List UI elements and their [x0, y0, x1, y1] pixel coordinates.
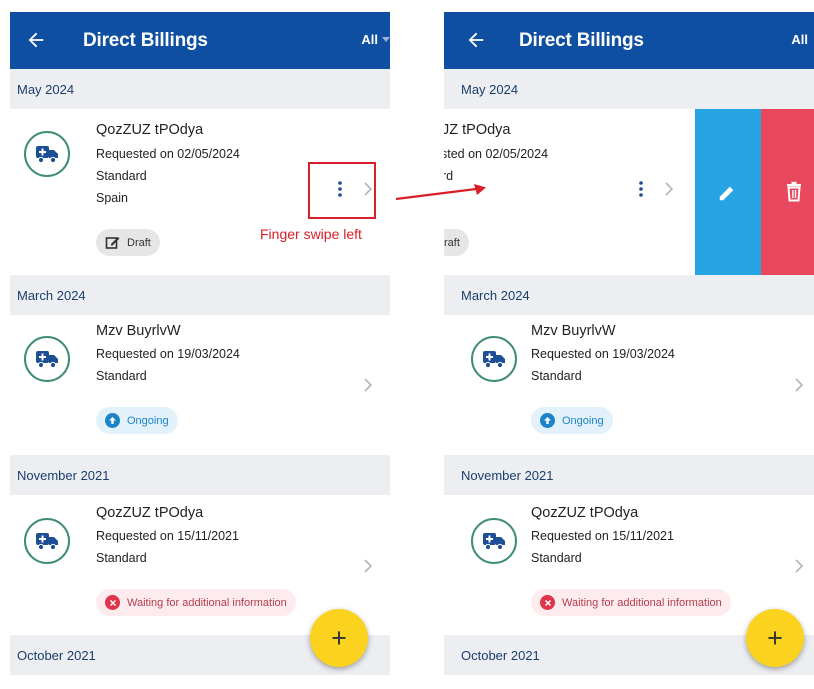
- status-badge: Waiting for additional information: [96, 589, 296, 616]
- status-badge: raft: [444, 229, 469, 256]
- billing-type: Standard: [96, 551, 147, 565]
- app-bar: Direct Billings All: [444, 12, 814, 69]
- section-header: November 2021: [444, 455, 814, 495]
- section-header: May 2024: [10, 69, 390, 109]
- chevron-right-icon[interactable]: [361, 376, 375, 394]
- trash-icon: [787, 181, 801, 202]
- status-badge: Ongoing: [96, 407, 178, 434]
- request-date: Requested on 15/11/2021: [531, 529, 674, 543]
- chevron-right-icon[interactable]: [792, 376, 806, 394]
- section-header: March 2024: [444, 275, 814, 315]
- ambulance-icon: [24, 131, 70, 177]
- add-button[interactable]: +: [746, 609, 804, 667]
- arrow-up-icon: [105, 413, 120, 428]
- billing-type: Standard: [531, 551, 582, 565]
- page-title: Direct Billings: [519, 30, 644, 51]
- edit-icon: [105, 237, 120, 249]
- request-date: Requested on 02/05/2024: [96, 147, 240, 161]
- requester-name: JZ tPOdya: [444, 122, 511, 138]
- arrow-right-icon: [395, 184, 486, 201]
- billing-type: Standard: [96, 169, 147, 183]
- status-label: raft: [444, 236, 460, 249]
- billing-card[interactable]: Mzv BuyrlvW Requested on 19/03/2024 Stan…: [10, 315, 390, 455]
- billing-card[interactable]: Mzv BuyrlvW Requested on 19/03/2024 Stan…: [444, 315, 814, 455]
- ambulance-icon: [24, 518, 70, 564]
- status-label: Ongoing: [562, 414, 604, 427]
- more-options-icon[interactable]: [636, 180, 646, 198]
- chevron-right-icon[interactable]: [361, 557, 375, 575]
- chevron-right-icon[interactable]: [662, 180, 676, 198]
- annotation-label: Finger swipe left: [260, 226, 362, 242]
- status-badge: Ongoing: [531, 407, 613, 434]
- edit-action-button[interactable]: [695, 109, 761, 275]
- filter-label: All: [791, 32, 808, 47]
- pencil-icon: [719, 186, 734, 201]
- status-label: Ongoing: [127, 414, 169, 427]
- status-badge: Draft: [96, 229, 160, 256]
- status-label: Draft: [127, 236, 151, 249]
- plus-icon: +: [767, 622, 783, 653]
- request-date: Requested on 19/03/2024: [96, 347, 240, 361]
- section-header: November 2021: [10, 455, 390, 495]
- country: Spain: [96, 191, 128, 205]
- app-bar: Direct Billings All: [10, 12, 390, 69]
- section-header: May 2024: [444, 69, 814, 109]
- status-label: Waiting for additional information: [127, 596, 287, 609]
- billing-type: Standard: [96, 369, 147, 383]
- requester-name: QozZUZ tPOdya: [531, 505, 639, 521]
- chevron-right-icon[interactable]: [792, 557, 806, 575]
- add-button[interactable]: +: [310, 609, 368, 667]
- billing-card-swiped[interactable]: JZ tPOdya sted on 02/05/2024 rd raft: [444, 109, 814, 275]
- ambulance-icon: [471, 518, 517, 564]
- delete-action-button[interactable]: [761, 109, 814, 275]
- back-icon[interactable]: [465, 29, 487, 51]
- comparison-stage: Direct Billings All May 2024 QozZUZ tPOd…: [0, 0, 814, 689]
- status-label: Waiting for additional information: [562, 596, 722, 609]
- screen-after-swipe: Direct Billings All May 2024 JZ tPOdya s…: [444, 12, 814, 689]
- plus-icon: +: [331, 622, 347, 653]
- requester-name: Mzv BuyrlvW: [96, 323, 181, 339]
- section-header: March 2024: [10, 275, 390, 315]
- close-icon: [105, 595, 120, 610]
- filter-label: All: [361, 32, 378, 47]
- requester-name: QozZUZ tPOdya: [96, 122, 204, 138]
- arrow-up-icon: [540, 413, 555, 428]
- chevron-down-icon: [382, 37, 390, 42]
- requester-name: Mzv BuyrlvW: [531, 323, 616, 339]
- request-date: Requested on 19/03/2024: [531, 347, 675, 361]
- requester-name: QozZUZ tPOdya: [96, 505, 204, 521]
- filter-dropdown[interactable]: All: [791, 32, 808, 47]
- billing-type: rd: [444, 169, 454, 183]
- page-title: Direct Billings: [83, 30, 208, 51]
- request-date: sted on 02/05/2024: [444, 147, 549, 161]
- ambulance-icon: [24, 336, 70, 382]
- billing-type: Standard: [531, 369, 582, 383]
- highlight-box: [308, 162, 376, 219]
- status-badge: Waiting for additional information: [531, 589, 731, 616]
- screen-before-swipe: Direct Billings All May 2024 QozZUZ tPOd…: [10, 12, 390, 689]
- filter-dropdown[interactable]: All: [361, 32, 390, 47]
- back-icon[interactable]: [25, 29, 47, 51]
- request-date: Requested on 15/11/2021: [96, 529, 239, 543]
- ambulance-icon: [471, 336, 517, 382]
- close-icon: [540, 595, 555, 610]
